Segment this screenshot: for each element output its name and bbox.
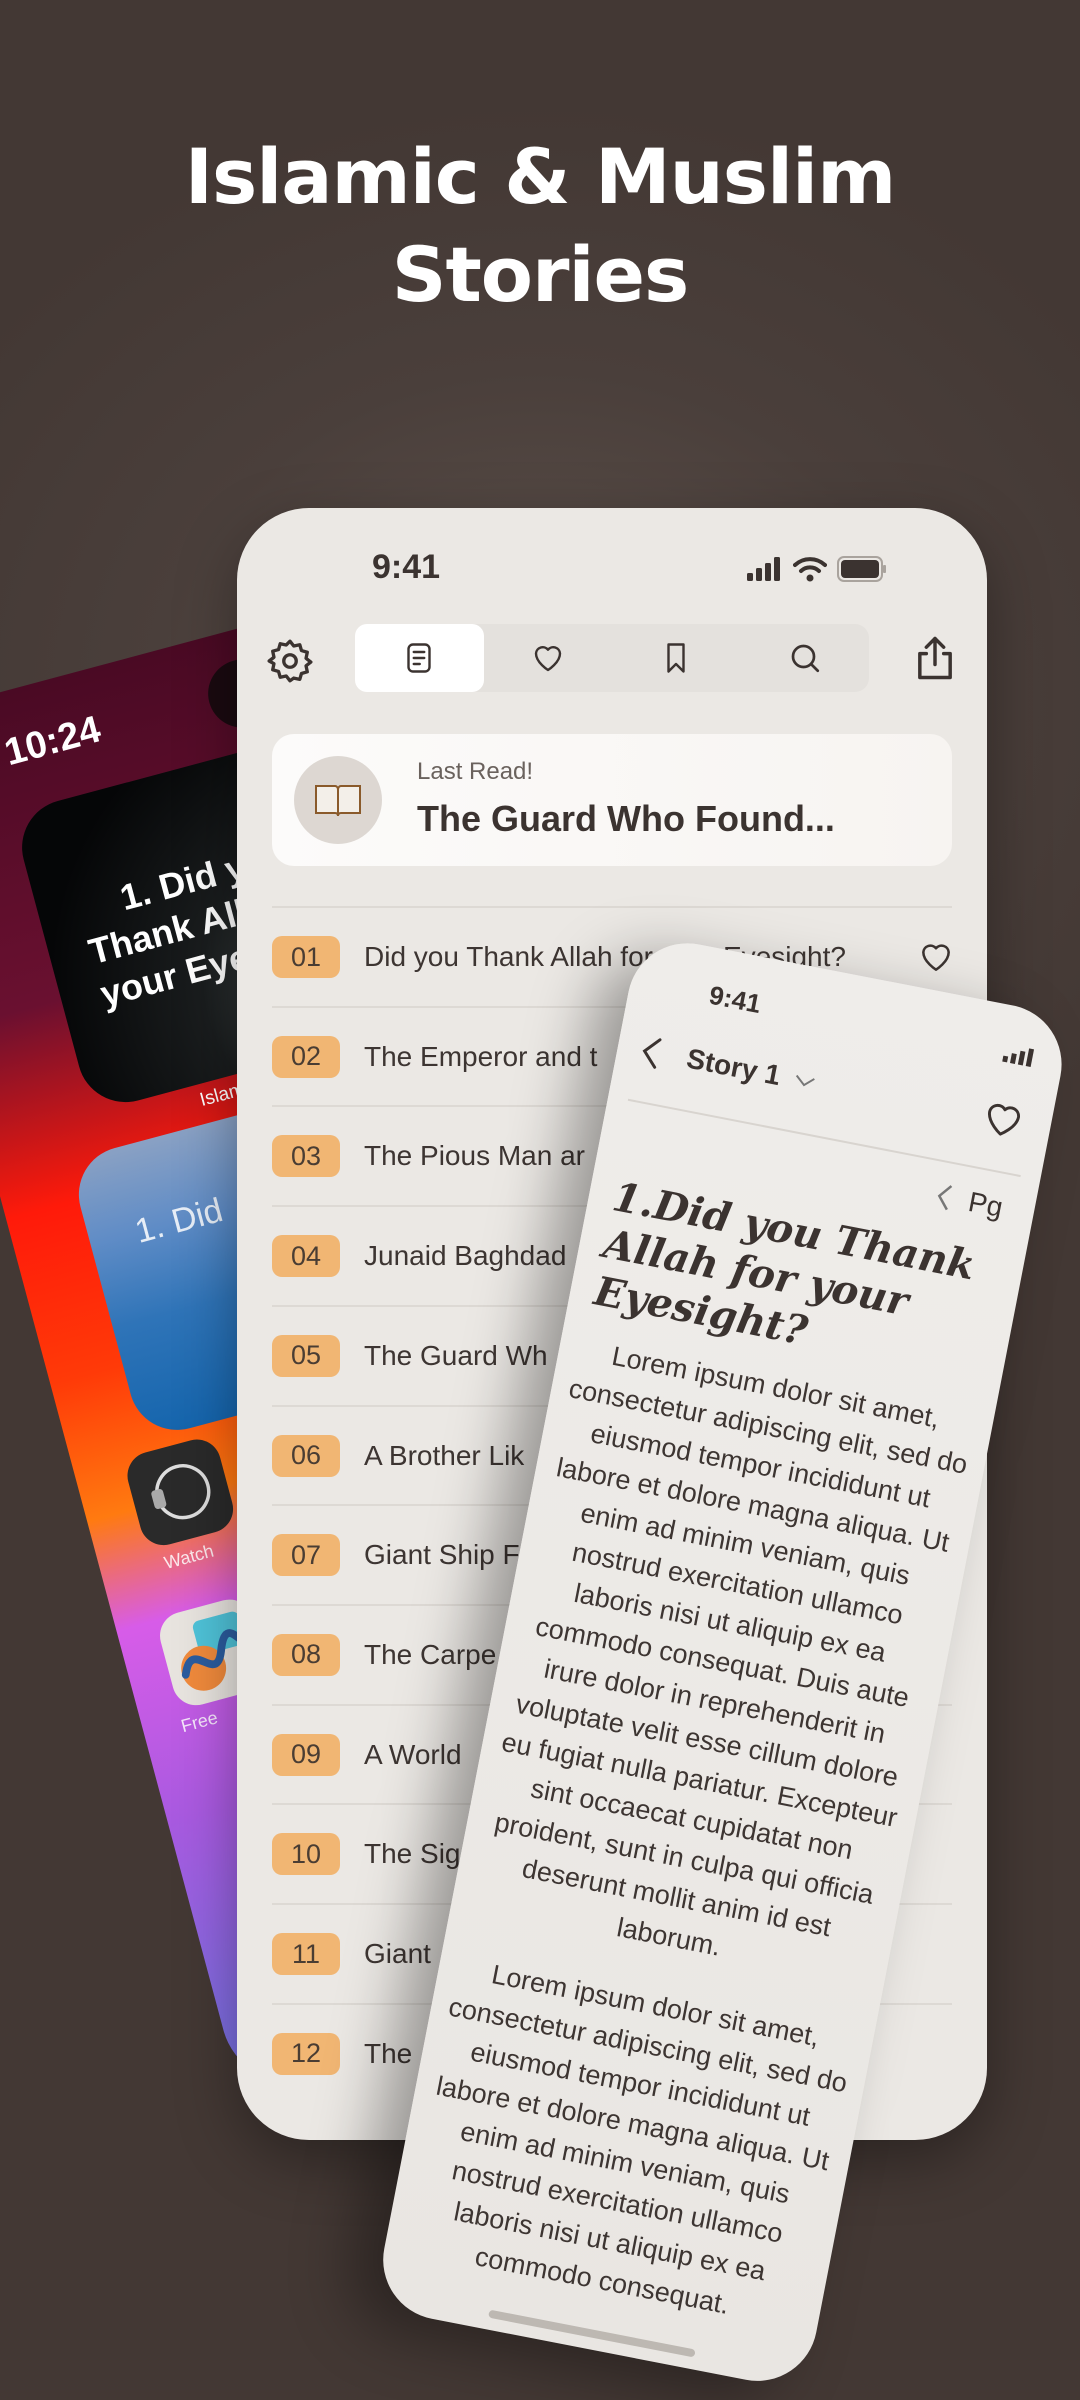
- app-label-watch: Watch: [162, 1540, 216, 1573]
- heart-icon: [534, 646, 561, 672]
- story-title: A World: [364, 1738, 462, 1770]
- divider: [627, 1098, 1021, 1178]
- page-nav[interactable]: Pg: [932, 1179, 1005, 1223]
- headline: Islamic & Muslim Stories: [0, 128, 1080, 324]
- app-label-free: Free: [178, 1707, 220, 1737]
- story-number-badge: 01: [272, 936, 340, 978]
- last-read-title: The Guard Who Found...: [417, 798, 835, 839]
- status-icons: [747, 556, 887, 582]
- story-number-badge: 09: [272, 1733, 340, 1776]
- story-title: Giant Ship F: [364, 1539, 520, 1571]
- share-icon[interactable]: [909, 632, 961, 689]
- story-number-badge: 04: [272, 1235, 340, 1278]
- tab-stories[interactable]: [355, 624, 484, 692]
- signal-icon: [747, 557, 780, 581]
- signal-icon: [1002, 1048, 1035, 1067]
- story-number-badge: 02: [272, 1035, 340, 1078]
- gear-icon[interactable]: [265, 636, 315, 691]
- last-read-label: Last Read!: [417, 758, 534, 785]
- story-paragraph: Lorem ipsum dolor sit amet, consectetur …: [433, 1959, 850, 2320]
- watch-icon[interactable]: [122, 1434, 239, 1551]
- story-selector-label: Story 1: [684, 1042, 784, 1092]
- story-title: The Guard Wh: [364, 1339, 548, 1371]
- story-title: The Carpe: [364, 1638, 497, 1670]
- story-title: Giant: [364, 1938, 431, 1969]
- story-number-badge: 12: [272, 2032, 340, 2075]
- status-time: 10:24: [0, 708, 106, 775]
- story-title: Junaid Baghdad: [364, 1240, 567, 1272]
- tab-favorites[interactable]: [484, 624, 613, 692]
- tab-bar: [355, 624, 869, 692]
- story-number-badge: 06: [272, 1434, 340, 1477]
- chevron-down-icon: [795, 1074, 815, 1087]
- battery-icon: [837, 556, 886, 582]
- story-number-badge: 03: [272, 1135, 340, 1178]
- list-icon: [407, 643, 431, 673]
- heart-icon[interactable]: [977, 1094, 1029, 1146]
- chevron-left-icon[interactable]: [933, 1180, 956, 1213]
- heart-icon[interactable]: [917, 938, 955, 981]
- open-book-icon: [294, 756, 382, 844]
- story-number-badge: 08: [272, 1633, 340, 1676]
- headline-line-2: Stories: [391, 230, 690, 319]
- story-title: The Pious Man ar: [364, 1140, 585, 1172]
- status-time: 9:41: [706, 979, 764, 1020]
- wifi-icon: [793, 557, 827, 582]
- story-number-badge: 11: [272, 1933, 340, 1975]
- story-title: The Sig: [364, 1838, 461, 1870]
- story-number-badge: 05: [272, 1334, 340, 1377]
- story-title: A Brother Lik: [364, 1439, 525, 1471]
- status-time: 9:41: [372, 548, 441, 586]
- search-icon: [791, 644, 819, 673]
- page-label: Pg: [965, 1185, 1006, 1223]
- home-indicator: [488, 2309, 696, 2358]
- story-title: The Emperor and t: [364, 1040, 598, 1072]
- tab-bookmarks[interactable]: [612, 624, 741, 692]
- bookmark-icon: [667, 643, 685, 673]
- story-selector[interactable]: Story 1: [684, 1043, 819, 1099]
- story-number-badge: 07: [272, 1534, 340, 1577]
- widget-text: 1. Did: [131, 1191, 227, 1251]
- headline-line-1: Islamic & Muslim: [184, 132, 897, 221]
- last-read-card[interactable]: Last Read! The Guard Who Found...: [272, 734, 952, 866]
- back-chevron-icon[interactable]: [636, 1033, 666, 1071]
- story-number-badge: 10: [272, 1833, 340, 1876]
- tab-search[interactable]: [741, 624, 870, 692]
- story-title: The: [364, 2037, 413, 2069]
